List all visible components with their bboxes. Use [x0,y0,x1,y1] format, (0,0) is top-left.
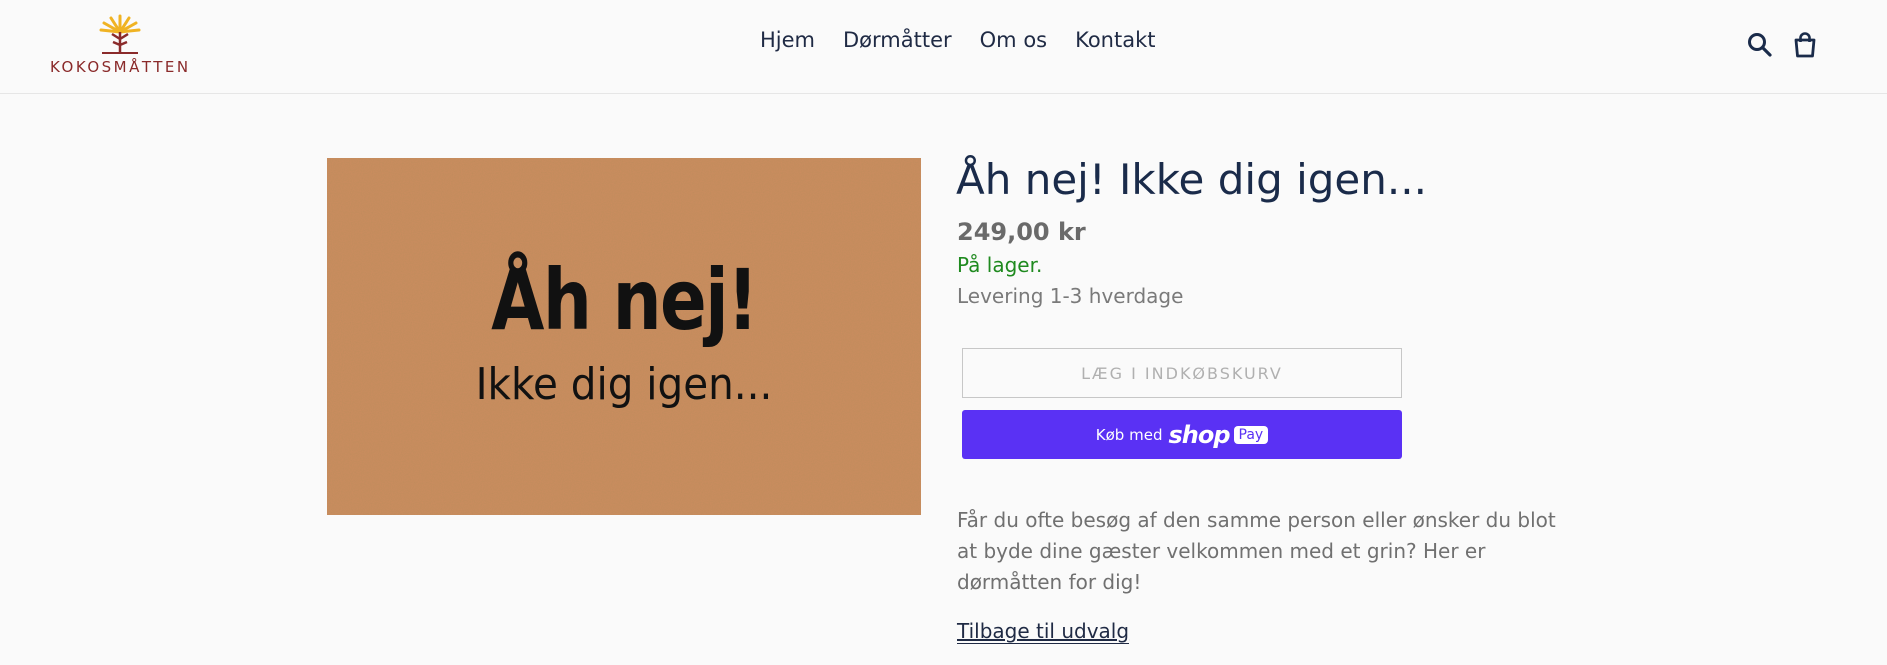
search-icon[interactable] [1745,30,1775,60]
cart-icon[interactable] [1790,30,1820,60]
nav-item-dormatter[interactable]: Dørmåtter [843,28,952,52]
site-logo[interactable]: KOKOSMÅTTEN [50,12,190,78]
main-nav: Hjem Dørmåtter Om os Kontakt [760,28,1184,52]
product-price: 249,00 kr [957,218,1086,246]
shop-pay-button[interactable]: Køb med shop Pay [962,410,1402,459]
shop-pay-badge: Pay [1233,425,1269,444]
product-description: Får du ofte besøg af den samme person el… [957,508,1556,594]
logo-tree-icon [99,14,141,54]
delivery-info: Levering 1-3 hverdage [957,284,1184,308]
back-to-collection-link[interactable]: Tilbage til udvalg [957,619,1130,644]
add-to-cart-button[interactable]: LÆG I INDKØBSKURV [962,348,1402,398]
mat-text-line2: Ikke dig igen... [475,359,773,410]
mat-text-line1: Åh nej! [491,251,758,349]
nav-item-hjem[interactable]: Hjem [760,28,815,52]
shop-pay-brand: shop [1168,420,1230,449]
nav-item-kontakt[interactable]: Kontakt [1075,28,1155,52]
logo-text: KOKOSMÅTTEN [50,58,191,76]
site-header: KOKOSMÅTTEN Hjem Dørmåtter Om os Kontakt [0,0,1887,94]
product-title: Åh nej! Ikke dig igen... [956,155,1427,204]
stock-status: På lager. [957,253,1043,277]
nav-item-om-os[interactable]: Om os [980,28,1047,52]
product-image[interactable]: Åh nej! Ikke dig igen... [327,158,921,515]
shop-pay-prefix: Køb med [1095,425,1163,444]
